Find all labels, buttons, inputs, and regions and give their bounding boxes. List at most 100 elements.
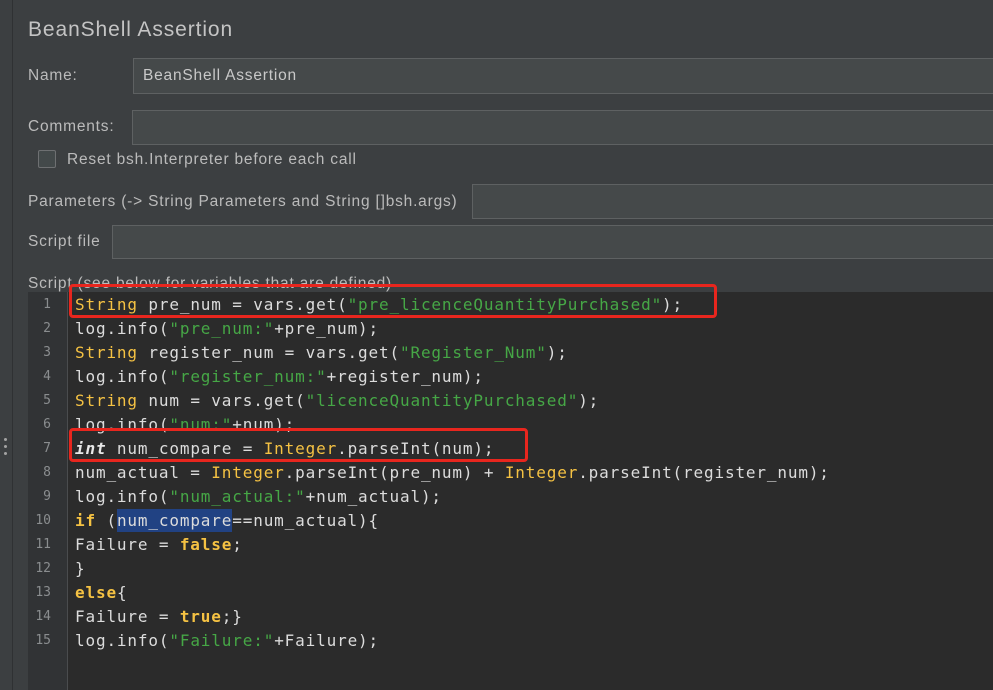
code-token-type: String xyxy=(75,343,138,362)
beanshell-assertion-panel: BeanShell Assertion Name: Comments: Rese… xyxy=(13,0,993,690)
code-line[interactable]: 10 if (num_compare==num_actual){ xyxy=(28,509,993,533)
line-number: 10 xyxy=(35,513,51,528)
code-token-plain: Failure = xyxy=(75,535,180,554)
line-number: 8 xyxy=(43,465,51,480)
code-token-string: "num_actual:" xyxy=(169,487,306,506)
code-line[interactable]: 5 String num = vars.get("licenceQuantityP… xyxy=(28,389,993,413)
script-editor[interactable]: 1 String pre_num = vars.get("pre_licenceQ… xyxy=(28,284,993,690)
code-line[interactable]: 13 else{ xyxy=(28,581,993,605)
code-token-plain: log.info( xyxy=(75,631,170,650)
code-token-plain: { xyxy=(116,583,128,602)
script-file-field[interactable] xyxy=(112,225,993,259)
code-token-string: "licenceQuantityPurchased" xyxy=(305,391,579,410)
code-token-plain: log.info( xyxy=(75,367,170,386)
line-number: 3 xyxy=(43,345,51,360)
code-token-keyword: false xyxy=(179,535,233,554)
line-number: 14 xyxy=(35,609,51,624)
code-token-keyword: true xyxy=(179,607,222,626)
code-text: } xyxy=(75,557,85,581)
code-token-string: "pre_licenceQuantityPurchased" xyxy=(347,295,663,314)
code-token-plain: num_compare = xyxy=(106,439,264,458)
line-number: 4 xyxy=(43,369,51,384)
code-line[interactable]: 15 log.info("Failure:"+Failure); xyxy=(28,629,993,653)
code-text: String register_num = vars.get("Register… xyxy=(75,341,568,365)
code-line[interactable]: 3 String register_num = vars.get("Registe… xyxy=(28,341,993,365)
name-label: Name: xyxy=(28,67,78,84)
script-file-label: Script file xyxy=(28,233,101,250)
code-token-plain: register_num = vars.get( xyxy=(137,343,400,362)
parameters-label: Parameters (-> String Parameters and Str… xyxy=(28,193,458,210)
code-token-keyword: else xyxy=(75,583,117,602)
code-text: log.info("register_num:"+register_num); xyxy=(75,365,484,389)
code-text: int num_compare = Integer.parseInt(num); xyxy=(69,428,529,462)
code-token-plain: ); xyxy=(662,295,684,314)
code-line[interactable]: 7 int num_compare = Integer.parseInt(num)… xyxy=(28,428,993,462)
code-text: log.info("num:"+num); xyxy=(75,413,295,437)
code-token-plain: log.info( xyxy=(75,415,170,434)
code-token-plain: ;} xyxy=(221,607,243,626)
left-splitter[interactable] xyxy=(0,0,13,690)
code-text: log.info("Failure:"+Failure); xyxy=(75,629,379,653)
line-number: 11 xyxy=(35,537,51,552)
comments-field[interactable] xyxy=(132,110,993,145)
code-token-type: String xyxy=(75,295,138,314)
code-token-plain: log.info( xyxy=(75,487,170,506)
code-token-plain: +num_actual); xyxy=(305,487,442,506)
code-token-plain: +pre_num); xyxy=(274,319,380,338)
parameters-field[interactable] xyxy=(472,184,993,219)
selected-text: num_compare xyxy=(116,509,233,532)
code-token-plain: .parseInt(register_num); xyxy=(578,463,830,482)
code-token-string: "register_num:" xyxy=(169,367,327,386)
code-line[interactable]: 11 Failure = false; xyxy=(28,533,993,557)
code-line[interactable]: 4 log.info("register_num:"+register_num); xyxy=(28,365,993,389)
code-token-plain: } xyxy=(75,559,86,578)
code-text: Failure = true;} xyxy=(75,605,243,629)
code-text: log.info("num_actual:"+num_actual); xyxy=(75,485,442,509)
reset-interpreter-checkbox[interactable] xyxy=(38,150,56,168)
panel-title: BeanShell Assertion xyxy=(28,18,234,41)
code-text: num_actual = Integer.parseInt(pre_num) +… xyxy=(75,461,830,485)
code-text: log.info("pre_num:"+pre_num); xyxy=(75,317,379,341)
code-text: else{ xyxy=(75,581,127,605)
code-token-type: String xyxy=(75,391,138,410)
code-token-plain: ( xyxy=(95,511,117,530)
code-text: if (num_compare==num_actual){ xyxy=(75,509,379,533)
code-line[interactable]: 6 log.info("num:"+num); xyxy=(28,413,993,437)
line-number: 2 xyxy=(43,321,51,336)
code-line[interactable]: 12} xyxy=(28,557,993,581)
code-token-type: Integer xyxy=(211,463,285,482)
code-token-plain: .parseInt(num); xyxy=(337,439,495,458)
handle-dot xyxy=(4,438,7,441)
code-text: Failure = false; xyxy=(75,533,243,557)
code-lines[interactable]: 1 String pre_num = vars.get("pre_licenceQ… xyxy=(28,284,993,653)
code-line[interactable]: 8 num_actual = Integer.parseInt(pre_num) … xyxy=(28,461,993,485)
line-number: 7 xyxy=(43,441,51,456)
code-text: String pre_num = vars.get("pre_licenceQu… xyxy=(69,284,718,318)
code-token-keyword: if xyxy=(75,511,96,530)
code-token-plain: ==num_actual){ xyxy=(232,511,380,530)
vertical-dots-icon[interactable] xyxy=(4,438,8,458)
code-token-plain: num_actual = xyxy=(75,463,212,482)
code-line[interactable]: 1 String pre_num = vars.get("pre_licenceQ… xyxy=(28,284,993,318)
line-number: 6 xyxy=(43,417,51,432)
code-token-plain: log.info( xyxy=(75,319,170,338)
handle-dot xyxy=(4,452,7,455)
code-text: String num = vars.get("licenceQuantityPu… xyxy=(75,389,599,413)
code-token-plain: +register_num); xyxy=(326,367,484,386)
line-number: 12 xyxy=(35,561,51,576)
line-number: 13 xyxy=(35,585,51,600)
code-token-type: Integer xyxy=(263,439,338,458)
code-token-string: "num:" xyxy=(169,415,233,434)
reset-interpreter-label[interactable]: Reset bsh.Interpreter before each call xyxy=(67,150,357,170)
name-field[interactable] xyxy=(133,58,993,94)
code-token-plain: Failure = xyxy=(75,607,180,626)
code-line[interactable]: 9 log.info("num_actual:"+num_actual); xyxy=(28,485,993,509)
code-token-plain: .parseInt(pre_num) + xyxy=(284,463,505,482)
code-token-plain: +num); xyxy=(232,415,296,434)
code-token-plain: ); xyxy=(578,391,600,410)
code-token-plain: +Failure); xyxy=(274,631,380,650)
code-token-plain: pre_num = vars.get( xyxy=(137,295,348,314)
line-number: 15 xyxy=(35,633,51,648)
code-line[interactable]: 14 Failure = true;} xyxy=(28,605,993,629)
code-line[interactable]: 2 log.info("pre_num:"+pre_num); xyxy=(28,317,993,341)
